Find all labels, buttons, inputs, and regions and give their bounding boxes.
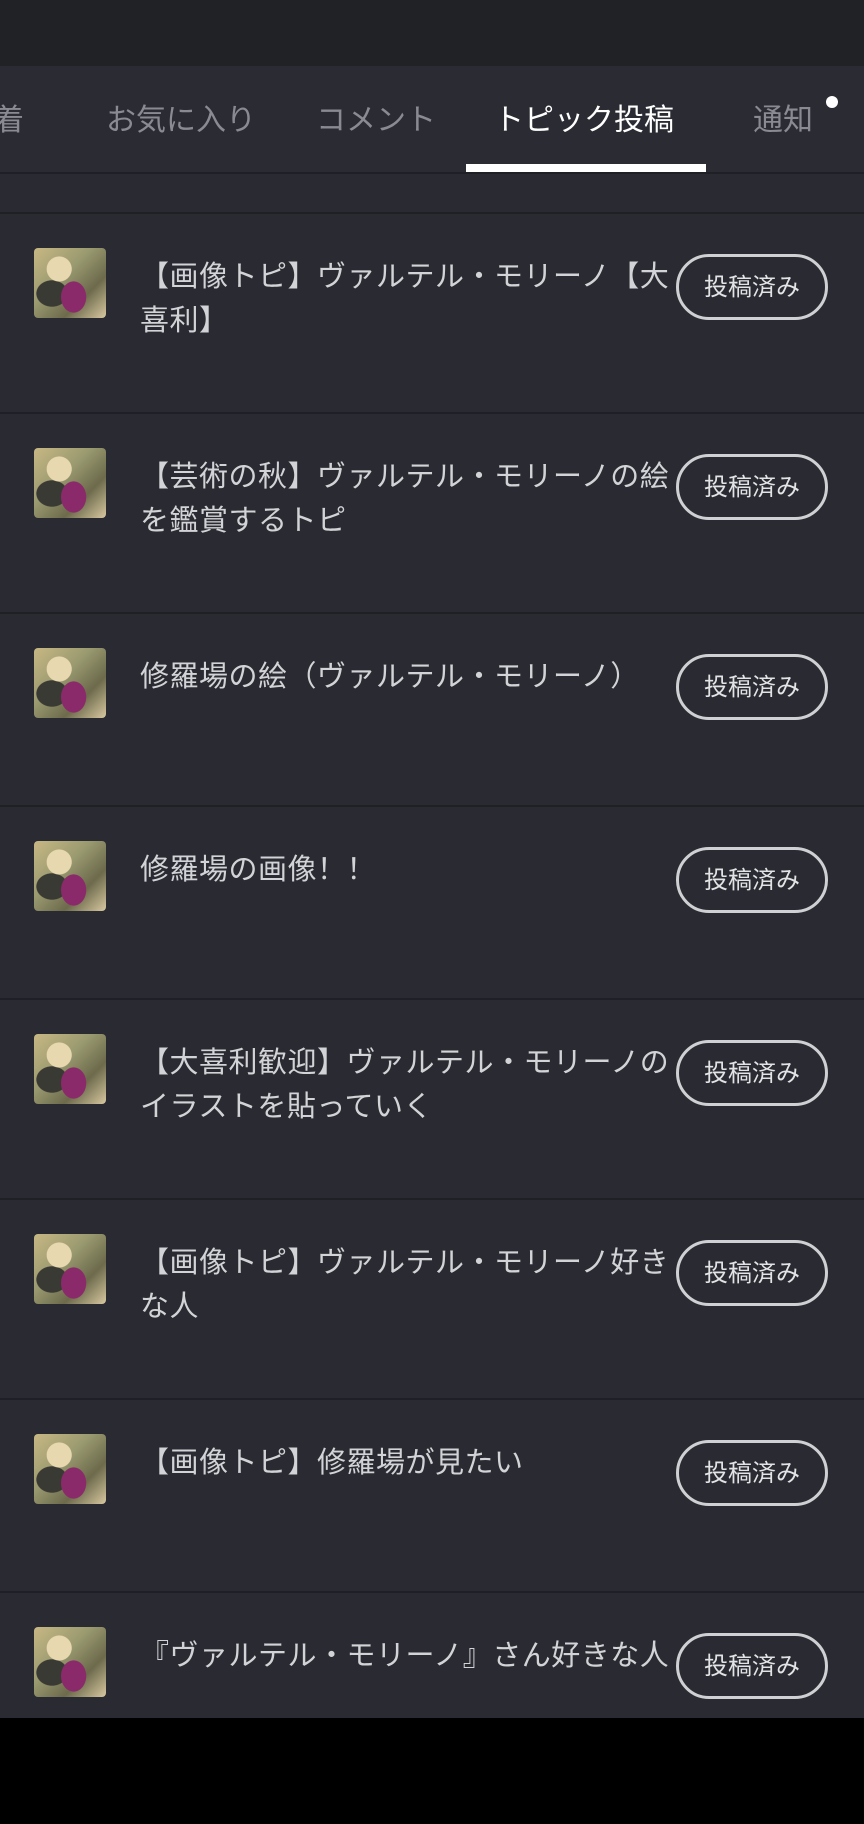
list-item[interactable]: 【画像トピ】修羅場が見たい 投稿済み bbox=[0, 1400, 864, 1593]
list-item[interactable]: 【芸術の秋】ヴァルテル・モリーノの絵を鑑賞するトピ 投稿済み bbox=[0, 414, 864, 614]
tab-notifications[interactable]: 通知 bbox=[753, 66, 813, 172]
topic-title: 【大喜利歓迎】ヴァルテル・モリーノのイラストを貼っていく bbox=[140, 1045, 670, 1123]
topic-list: 【画像トピ】ヴァルテル・モリーノ【大喜利】 投稿済み 【芸術の秋】ヴァルテル・モ… bbox=[0, 214, 864, 1743]
topic-thumbnail bbox=[34, 841, 106, 911]
navigation-bar bbox=[0, 1718, 864, 1824]
topic-thumbnail bbox=[34, 1627, 106, 1697]
posted-button[interactable]: 投稿済み bbox=[676, 654, 828, 720]
topic-thumbnail bbox=[34, 1434, 106, 1504]
topic-title: 『ヴァルテル・モリーノ』さん好きな人 bbox=[140, 1638, 670, 1672]
topic-thumbnail bbox=[34, 448, 106, 518]
tab-topic-posts[interactable]: トピック投稿 bbox=[494, 66, 674, 172]
topic-title: 【画像トピ】修羅場が見たい bbox=[140, 1445, 524, 1479]
list-item[interactable]: 【画像トピ】ヴァルテル・モリーノ【大喜利】 投稿済み bbox=[0, 214, 864, 414]
posted-button[interactable]: 投稿済み bbox=[676, 1633, 828, 1699]
topic-thumbnail bbox=[34, 648, 106, 718]
posted-button[interactable]: 投稿済み bbox=[676, 1440, 828, 1506]
unread-dot-icon bbox=[826, 96, 838, 108]
list-top-spacer bbox=[0, 174, 864, 214]
topic-title: 【芸術の秋】ヴァルテル・モリーノの絵を鑑賞するトピ bbox=[140, 459, 670, 537]
tab-new[interactable]: 着 bbox=[0, 66, 24, 172]
status-bar bbox=[0, 0, 864, 66]
list-item[interactable]: 修羅場の絵（ヴァルテル・モリーノ） 投稿済み bbox=[0, 614, 864, 807]
topic-thumbnail bbox=[34, 248, 106, 318]
list-item[interactable]: 【画像トピ】ヴァルテル・モリーノ好きな人 投稿済み bbox=[0, 1200, 864, 1400]
posted-button[interactable]: 投稿済み bbox=[676, 847, 828, 913]
posted-button[interactable]: 投稿済み bbox=[676, 1040, 828, 1106]
topic-thumbnail bbox=[34, 1034, 106, 1104]
tab-comments[interactable]: コメント bbox=[316, 66, 436, 172]
active-tab-indicator bbox=[466, 164, 706, 172]
topic-title: 修羅場の絵（ヴァルテル・モリーノ） bbox=[140, 659, 640, 693]
tab-favorites[interactable]: お気に入り bbox=[106, 66, 256, 172]
topic-title: 【画像トピ】ヴァルテル・モリーノ好きな人 bbox=[140, 1245, 670, 1323]
topic-title: 修羅場の画像！！ bbox=[140, 852, 377, 886]
list-item[interactable]: 【大喜利歓迎】ヴァルテル・モリーノのイラストを貼っていく 投稿済み bbox=[0, 1000, 864, 1200]
posted-button[interactable]: 投稿済み bbox=[676, 454, 828, 520]
list-item[interactable]: 修羅場の画像！！ 投稿済み bbox=[0, 807, 864, 1000]
tab-bar: 着 お気に入り コメント トピック投稿 通知 bbox=[0, 66, 864, 174]
posted-button[interactable]: 投稿済み bbox=[676, 254, 828, 320]
topic-thumbnail bbox=[34, 1234, 106, 1304]
posted-button[interactable]: 投稿済み bbox=[676, 1240, 828, 1306]
topic-title: 【画像トピ】ヴァルテル・モリーノ【大喜利】 bbox=[140, 259, 670, 337]
